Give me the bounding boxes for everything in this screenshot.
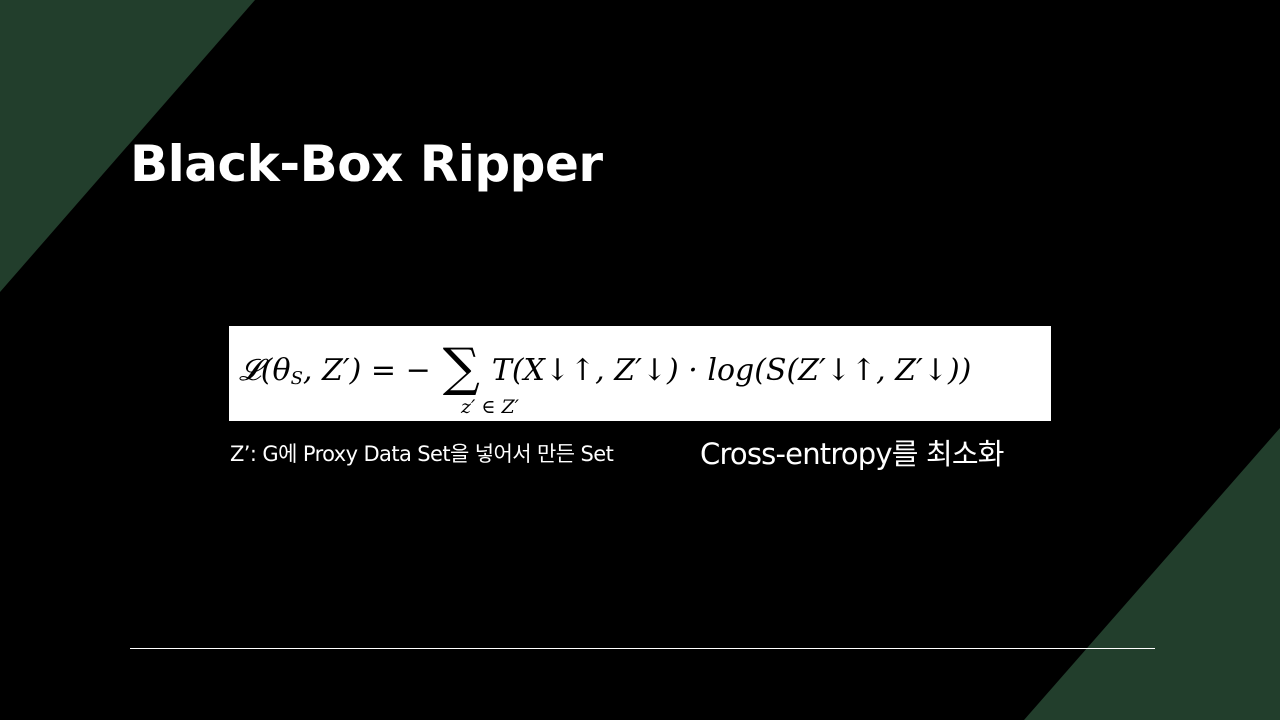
slide-title: Black-Box Ripper bbox=[130, 135, 603, 193]
bottom-right-green-triangle bbox=[1024, 428, 1280, 720]
formula-lhs-rest: , Z′) = − bbox=[302, 352, 431, 388]
summation-symbol: ∑ bbox=[442, 338, 480, 398]
formula-main-line: 𝓛(θ S , Z′) = − ∑ T(X↓↑, Z′↓) · log(S(Z′… bbox=[239, 338, 972, 398]
bottom-divider-line bbox=[130, 648, 1155, 649]
formula-image: 𝓛(θ S , Z′) = − ∑ T(X↓↑, Z′↓) · log(S(Z′… bbox=[229, 326, 1051, 421]
caption-proxy-set: Z’: G에 Proxy Data Set을 넣어서 만든 Set bbox=[230, 442, 614, 466]
summation-subscript: z′ ∈ Z′ bbox=[461, 396, 519, 418]
formula-rhs: T(X↓↑, Z′↓) · log(S(Z′↓↑, Z′↓)) bbox=[491, 352, 972, 388]
caption-cross-entropy: Cross-entropy를 최소화 bbox=[700, 437, 1005, 471]
formula-lhs-subscript: S bbox=[290, 367, 303, 389]
slide: Black-Box Ripper 𝓛(θ S , Z′) = − ∑ T(X↓↑… bbox=[0, 0, 1280, 720]
formula-lhs: 𝓛(θ bbox=[239, 352, 291, 388]
